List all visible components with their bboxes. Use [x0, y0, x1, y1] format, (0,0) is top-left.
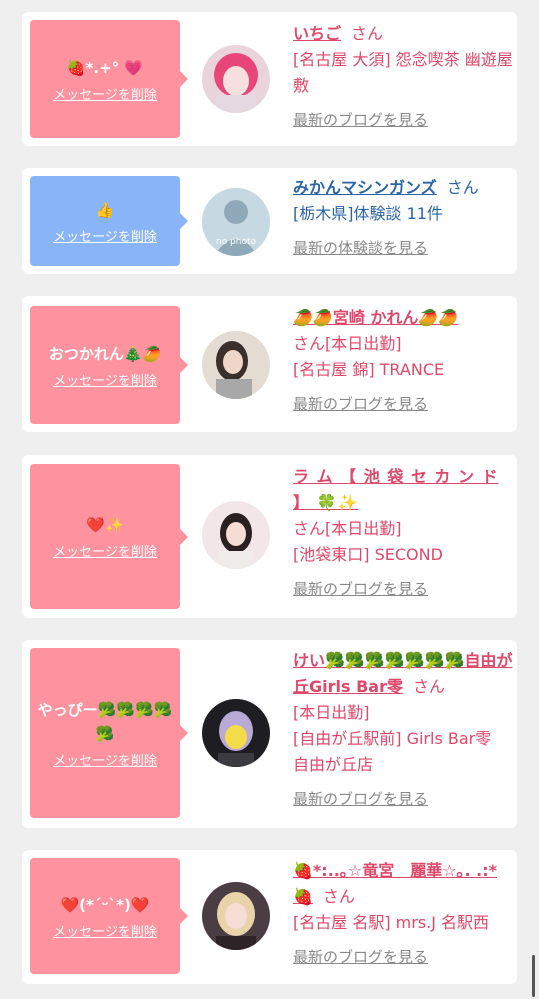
avatar[interactable]	[202, 45, 270, 113]
cast-detail: [本日出勤]	[325, 519, 402, 538]
delete-message-link[interactable]: メッセージを削除	[53, 370, 157, 389]
cast-detail: [栃木県]体験談 11件	[293, 204, 443, 223]
message-text: やっぴー🥦🥦🥦🥦🥦	[37, 700, 173, 743]
cast-detail: [本日出勤]	[293, 703, 370, 722]
delete-message-link[interactable]: メッセージを削除	[53, 921, 157, 940]
cast-detail: [名古屋 大須] 怨念喫茶 幽遊屋敷	[293, 50, 513, 95]
message-text: 👍	[95, 200, 115, 219]
honorific: さん	[446, 178, 479, 197]
message-bubble: 🍓*.+° 💗 メッセージを削除	[30, 20, 188, 138]
message-bubble: ❤️✨ メッセージを削除	[30, 464, 188, 609]
scrollbar[interactable]	[532, 955, 535, 997]
latest-blog-link[interactable]: 最新のブログを見る	[293, 786, 513, 812]
svg-text:no photo: no photo	[216, 237, 257, 247]
delete-message-link[interactable]: メッセージを削除	[53, 226, 157, 245]
cast-detail: [自由が丘駅前] Girls Bar零 自由が丘店	[293, 729, 508, 774]
avatar[interactable]	[202, 882, 270, 950]
message-card: ❤️✨ メッセージを削除 ラ ム 【 池 袋 セ カ ン ド 】 🍀✨ さん[本…	[22, 455, 517, 618]
card-info: いちご さん [名古屋 大須] 怨念喫茶 幽遊屋敷 最新のブログを見る	[293, 21, 513, 133]
message-card: ❤️(*´ᵕ`*)❤️ メッセージを削除 🍓*:..｡☆竜宮 麗華☆｡. .:*…	[22, 850, 517, 984]
card-info: 🍓*:..｡☆竜宮 麗華☆｡. .:*🍓 さん [名古屋 名駅] mrs.J 名駅…	[293, 858, 513, 970]
cast-detail: [本日出勤]	[325, 334, 402, 353]
card-info: ラ ム 【 池 袋 セ カ ン ド 】 🍀✨ さん[本日出勤] [池袋東口] S…	[293, 464, 513, 602]
avatar[interactable]: no photo	[202, 188, 270, 256]
card-info: みかんマシンガンズ さん [栃木県]体験談 11件 最新の体験談を見る	[293, 175, 513, 261]
message-card: おつかれん🎄🥭 メッセージを削除 🥭🥭宮崎 かれん🥭🥭 さん[本日出勤] [名古…	[22, 296, 517, 432]
delete-message-link[interactable]: メッセージを削除	[53, 541, 157, 560]
cast-name-link[interactable]: 🥭🥭宮崎 かれん🥭🥭	[293, 308, 458, 327]
message-text: ❤️(*´ᵕ`*)❤️	[60, 895, 150, 914]
message-text: 🍓*.+° 💗	[66, 58, 144, 77]
avatar[interactable]	[202, 699, 270, 767]
honorific: さん	[293, 334, 326, 353]
message-bubble: ❤️(*´ᵕ`*)❤️ メッセージを削除	[30, 858, 188, 974]
cast-name-link[interactable]: みかんマシンガンズ	[293, 178, 437, 197]
delete-message-link[interactable]: メッセージを削除	[53, 750, 157, 769]
latest-review-link[interactable]: 最新の体験談を見る	[293, 235, 513, 261]
latest-blog-link[interactable]: 最新のブログを見る	[293, 944, 513, 970]
cast-detail: [名古屋 錦] TRANCE	[293, 360, 445, 379]
cast-name-link[interactable]: ラ ム 【 池 袋 セ カ ン ド 】 🍀✨	[293, 464, 513, 516]
avatar[interactable]	[202, 331, 270, 399]
honorific: さん	[351, 24, 384, 43]
message-text: おつかれん🎄🥭	[48, 344, 162, 363]
honorific: さん	[412, 677, 445, 696]
latest-blog-link[interactable]: 最新のブログを見る	[293, 107, 513, 133]
cast-detail: [池袋東口] SECOND	[293, 545, 443, 564]
message-text: ❤️✨	[86, 516, 124, 534]
card-info: 🥭🥭宮崎 かれん🥭🥭 さん[本日出勤] [名古屋 錦] TRANCE 最新のブロ…	[293, 305, 513, 417]
honorific: さん	[322, 887, 355, 906]
latest-blog-link[interactable]: 最新のブログを見る	[293, 576, 513, 602]
honorific: さん	[293, 519, 326, 538]
cast-name-link[interactable]: けい🥦🥦🥦🥦🥦🥦🥦自由が丘Girls Bar零	[293, 651, 512, 696]
message-bubble: 👍 メッセージを削除	[30, 176, 188, 266]
cast-name-link[interactable]: いちご	[293, 24, 341, 43]
message-bubble: やっぴー🥦🥦🥦🥦🥦 メッセージを削除	[30, 648, 188, 818]
message-card: 🍓*.+° 💗 メッセージを削除 いちご さん [名古屋 大須] 怨念喫茶 幽遊屋…	[22, 12, 517, 146]
latest-blog-link[interactable]: 最新のブログを見る	[293, 391, 513, 417]
avatar[interactable]	[202, 501, 270, 569]
cast-detail: [名古屋 名駅] mrs.J 名駅西	[293, 913, 490, 932]
message-bubble: おつかれん🎄🥭 メッセージを削除	[30, 306, 188, 424]
message-card: 👍 メッセージを削除 no photo みかんマシンガンズ さん [栃木県]体験談…	[22, 168, 517, 274]
message-card: やっぴー🥦🥦🥦🥦🥦 メッセージを削除 けい🥦🥦🥦🥦🥦🥦🥦自由が丘Girls Ba…	[22, 640, 517, 828]
delete-message-link[interactable]: メッセージを削除	[53, 84, 157, 103]
card-info: けい🥦🥦🥦🥦🥦🥦🥦自由が丘Girls Bar零 さん [本日出勤] [自由が丘駅前…	[293, 648, 513, 812]
